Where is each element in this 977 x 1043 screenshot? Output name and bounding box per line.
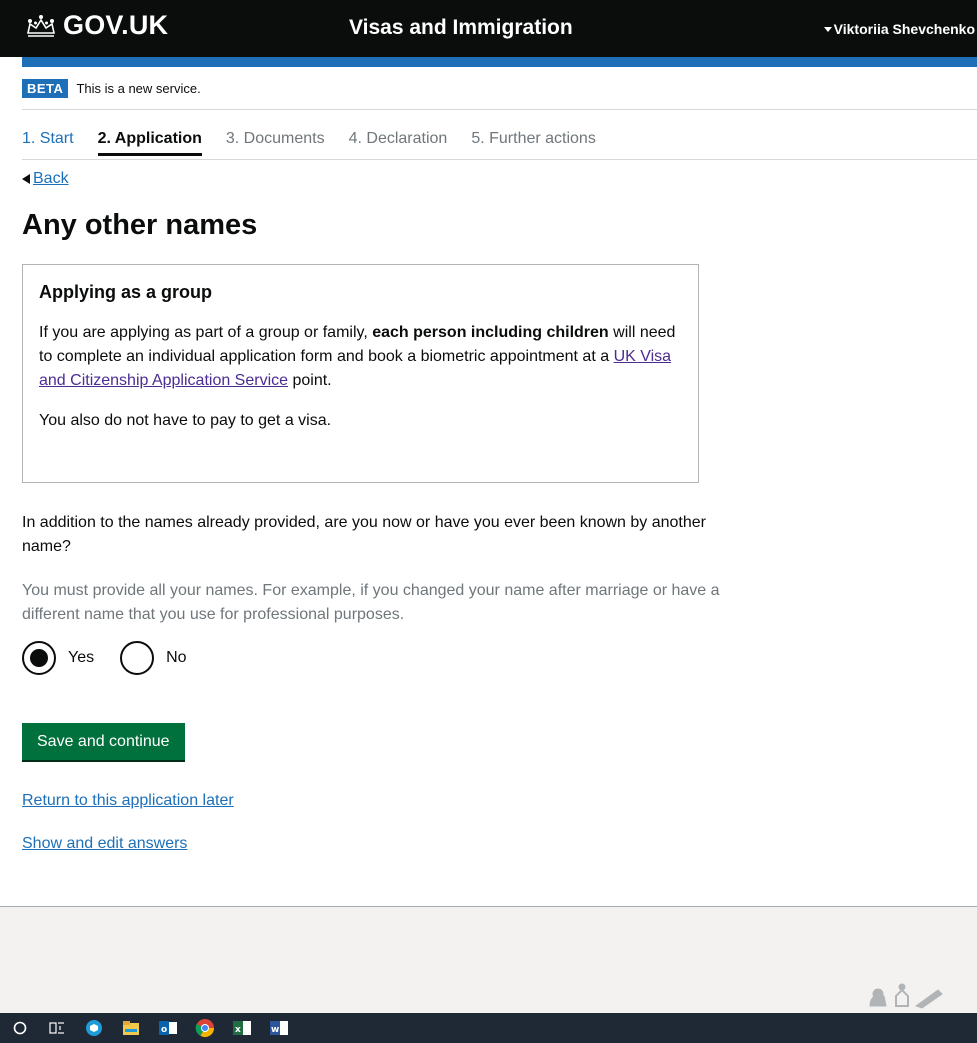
outlook-icon[interactable]: o (152, 1013, 184, 1043)
chrome-icon[interactable] (189, 1013, 221, 1043)
other-names-radios: Yes No (22, 641, 213, 675)
panel-text-bold: each person including children (372, 324, 609, 341)
panel-text: If you are applying as part of a group o… (39, 324, 373, 341)
phase-text: This is a new service. (76, 81, 201, 96)
header-blue-bar (22, 57, 977, 67)
panel-heading: Applying as a group (39, 282, 213, 302)
return-later-link[interactable]: Return to this application later (22, 792, 234, 810)
divider (22, 109, 977, 110)
service-name[interactable]: Visas and Immigration (349, 16, 573, 40)
word-icon[interactable]: w (263, 1013, 295, 1043)
question-text: In addition to the names already provide… (22, 514, 706, 555)
windows-taskbar: o x w (0, 1013, 977, 1043)
site-footer (0, 906, 977, 1014)
step-documents: 3. Documents (225, 130, 325, 147)
group-application-panel: Applying as a group If you are applying … (22, 264, 699, 483)
question-hint: You must provide all your names. For exa… (22, 582, 720, 623)
logo-text: GOV.UK (63, 10, 169, 40)
royal-crest-icon (869, 983, 943, 1009)
task-view-icon[interactable] (41, 1013, 73, 1043)
radio-selected-dot (30, 649, 48, 667)
radio-yes-circle[interactable] (22, 641, 56, 675)
file-explorer-icon[interactable] (115, 1013, 147, 1043)
back-arrow-icon (22, 174, 30, 184)
panel-text: point. (288, 372, 332, 389)
cortana-search-icon[interactable] (4, 1013, 36, 1043)
panel-paragraph-2: You also do not have to pay to get a vis… (39, 412, 332, 429)
user-name: Viktoriia Shevchenko (833, 21, 975, 37)
svg-text:o: o (161, 1025, 167, 1035)
page-title: Any other names (22, 209, 258, 241)
back-link-container: Back (22, 170, 69, 188)
step-start[interactable]: 1. Start (22, 130, 74, 156)
crown-icon (27, 14, 55, 37)
svg-text:w: w (271, 1025, 279, 1035)
site-header: GOV.UK Visas and Immigration Viktoriia S… (0, 0, 977, 57)
phase-banner: BETA This is a new service. (22, 79, 977, 98)
divider (22, 159, 977, 160)
caret-down-icon (823, 26, 832, 32)
back-link[interactable]: Back (33, 170, 69, 188)
show-edit-answers-link[interactable]: Show and edit answers (22, 835, 187, 853)
radio-no-label[interactable]: No (166, 649, 186, 667)
user-menu[interactable]: Viktoriia Shevchenko (823, 21, 975, 37)
progress-steps: 1. Start 2. Application 3. Documents 4. … (22, 130, 620, 156)
excel-icon[interactable]: x (226, 1013, 258, 1043)
save-and-continue-button[interactable]: Save and continue (22, 723, 185, 760)
phase-tag: BETA (22, 79, 69, 98)
govuk-logo-link[interactable]: GOV.UK (24, 10, 168, 41)
radio-no-circle[interactable] (120, 641, 155, 675)
svg-text:x: x (235, 1025, 241, 1035)
app-3d-icon[interactable] (78, 1013, 110, 1043)
step-declaration: 4. Declaration (348, 130, 448, 147)
radio-no[interactable]: No (120, 641, 187, 675)
step-further-actions: 5. Further actions (471, 130, 596, 147)
radio-yes[interactable]: Yes (22, 641, 94, 675)
radio-yes-label[interactable]: Yes (68, 649, 94, 667)
panel-paragraph-1: If you are applying as part of a group o… (39, 321, 682, 393)
step-application: 2. Application (97, 130, 203, 156)
